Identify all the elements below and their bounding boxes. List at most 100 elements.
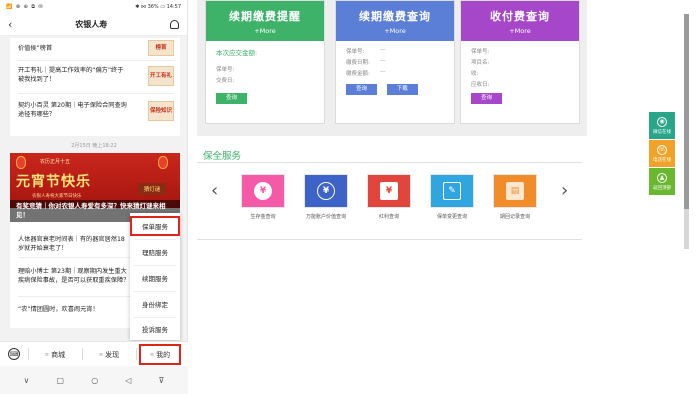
banner-subtext: 农银人寿祝大家节日快乐	[32, 194, 82, 199]
home-icon[interactable]: ○	[91, 376, 98, 385]
widget-label: 电话在线	[653, 157, 671, 163]
menu-item-claim-service[interactable]: 理赔服务	[130, 242, 180, 262]
more-link[interactable]: +More	[254, 27, 276, 35]
card-title: 收付费查询	[490, 9, 550, 23]
article-title[interactable]: 契约小百灵 第20期｜电子保险合同查询途径有哪些？	[18, 101, 128, 119]
divider	[18, 296, 132, 297]
menu-item-identity-binding[interactable]: 身份绑定	[130, 294, 180, 314]
card-title: 续期缴费查询	[359, 9, 431, 23]
service-icon-box: ✎	[430, 174, 474, 208]
wechat-online-button[interactable]: ◉ 微信在线	[649, 112, 675, 139]
menu-dots-icon: ≡	[149, 351, 155, 358]
field-label: 收:	[471, 71, 479, 77]
field-label: 应收日:	[471, 82, 490, 88]
divider	[136, 348, 137, 360]
carousel-next-arrow[interactable]: ›	[561, 180, 568, 201]
article-title[interactable]: “农”情团圆时，欢喜闹元宵！	[18, 305, 130, 314]
card-body: 保单号: — 缴费日期: — 缴费金额: — 查询 下载	[336, 41, 454, 101]
service-label: 红利查询	[378, 214, 399, 220]
field-row: 收:	[471, 69, 569, 80]
article-title[interactable]: 开工有礼｜提高工作效率的“偏方”终于被我找到了！	[18, 66, 128, 84]
nav-item-mall[interactable]: ≡ 商城	[32, 344, 78, 365]
divider	[134, 239, 176, 240]
service-policy-change[interactable]: ✎ 保单变更查询	[425, 174, 479, 220]
card-title: 续期缴费提醒	[229, 9, 301, 23]
service-dividend[interactable]: ¥ 红利查询	[362, 174, 416, 220]
field-row: 交费日:	[216, 76, 314, 87]
back-icon[interactable]: ‹	[8, 18, 12, 31]
user-icon[interactable]	[170, 20, 179, 29]
field-row: 保单号:	[216, 65, 314, 76]
article-title[interactable]: 理赔小博士 第23期｜观察期内发生重大疾病保险事故，是否可以获取重疾保障？	[18, 267, 130, 285]
query-button[interactable]: 查询	[216, 93, 248, 104]
divider	[18, 93, 174, 94]
field-row: 保单号: —	[346, 47, 444, 58]
app-title: 农银人寿	[75, 20, 108, 29]
service-icon-box: ¥	[304, 174, 348, 208]
lantern-icon	[16, 156, 26, 169]
article-title[interactable]: 价值侯”榜首	[18, 44, 128, 53]
payment-receipt-query-card: 收付费查询 +More 保单号: 项目名: 收: 应收日: 查询	[460, 0, 580, 124]
field-row: 缴费金额: —	[346, 69, 444, 80]
article-title[interactable]: 人体器官衰老时间表｜有的器官居然18岁就开始衰老了！	[18, 235, 130, 253]
nav-item-discover[interactable]: ≡ 发现	[86, 344, 132, 365]
back-icon[interactable]: ◁	[125, 376, 131, 385]
edit-document-icon: ✎	[443, 182, 461, 200]
coin-icon: ¥	[254, 182, 272, 200]
service-icon-box: ¥	[241, 174, 285, 208]
field-label: 保单号:	[471, 49, 490, 55]
back-to-top-button[interactable]: ▲ 返回顶部	[649, 168, 675, 195]
menu-item-renewal-service[interactable]: 续期服务	[130, 268, 180, 288]
card-header: 收付费查询 +More	[461, 1, 579, 41]
scroll-icon: ▤	[506, 182, 524, 200]
query-button[interactable]: 查询	[471, 93, 503, 104]
service-icon-box: ¥	[367, 174, 411, 208]
bottom-menu-bar: ⌨ ≡ 商城 ≡ 发现 ≡ 我的	[0, 341, 188, 366]
divider	[28, 348, 29, 360]
divider	[134, 265, 176, 266]
nav-item-mine[interactable]: ≡ 我的	[139, 344, 181, 365]
menu-dots-icon: ≡	[44, 351, 50, 358]
renewal-reminder-card: 续期缴费提醒 +More 本次应交金额: 保单号: 交费日: 查询	[205, 0, 325, 124]
status-bar: 📶 ⊗ ⊕ ⧉ ✉ ✱ ⋈ 36% ▭ 14:57	[0, 0, 187, 14]
more-link[interactable]: +More	[384, 27, 406, 35]
field-label: 保单号:	[346, 49, 365, 55]
service-survival-benefit[interactable]: ¥ 生存金查询	[236, 174, 290, 220]
download-button[interactable]: 下载	[386, 84, 418, 95]
banner-headline: 元宵节快乐	[16, 174, 91, 190]
scrollbar-thumb[interactable]	[684, 14, 689, 209]
web-service-page: 续期缴费提醒 +More 本次应交金额: 保单号: 交费日: 查询 续期缴费查询…	[197, 0, 587, 394]
menu-item-policy-service[interactable]: 保单服务	[130, 216, 180, 236]
menu-item-complaint-service[interactable]: 投诉服务	[130, 319, 180, 339]
field-label: 缴费金额:	[346, 71, 370, 77]
message-timestamp: 2月15日 晚上18:22	[71, 143, 117, 149]
service-label: 生存金查询	[250, 214, 276, 220]
nav-label: 我的	[156, 350, 171, 359]
card-body: 保单号: 项目名: 收: 应收日: 查询	[461, 41, 579, 110]
carousel-prev-arrow[interactable]: ‹	[211, 180, 218, 201]
article-thumbnail: 榜首	[148, 40, 174, 56]
keyboard-icon[interactable]: ⌨	[8, 348, 20, 360]
card-header: 续期缴费提醒 +More	[206, 1, 324, 41]
app-title-bar: ‹ 农银人寿	[0, 14, 187, 36]
field-row: 应收日:	[471, 80, 569, 91]
divider	[197, 239, 582, 240]
more-link[interactable]: +More	[509, 27, 531, 35]
banner-small-text: 农历正月十五	[40, 159, 71, 165]
field-label: 保单号:	[216, 67, 235, 73]
service-universal-account[interactable]: ¥ 万能账户价值查询	[299, 174, 353, 220]
banner-tag: 猜灯谜	[138, 183, 166, 195]
collapse-icon[interactable]: ∨	[24, 376, 30, 385]
phone-online-button[interactable]: ☏ 电话在线	[649, 140, 675, 167]
service-record-query[interactable]: ▤ 期回记录查询	[488, 174, 542, 220]
phone-icon: ☏	[657, 144, 667, 155]
service-label: 期回记录查询	[499, 214, 530, 220]
query-button[interactable]: 查询	[346, 84, 378, 95]
service-label: 万能账户价值查询	[305, 214, 346, 220]
article-card: 价值侯”榜首 榜首 开工有礼｜提高工作效率的“偏方”终于被我找到了！ 开工有礼 …	[10, 38, 180, 136]
document-yuan-icon: ¥	[380, 182, 398, 200]
notification-icon[interactable]: ⊽	[159, 376, 165, 385]
field-row: 缴费日期: —	[346, 58, 444, 69]
system-navigation-bar: ∨ ▢ ○ ◁ ⊽	[0, 366, 188, 394]
recent-apps-icon[interactable]: ▢	[57, 376, 65, 385]
